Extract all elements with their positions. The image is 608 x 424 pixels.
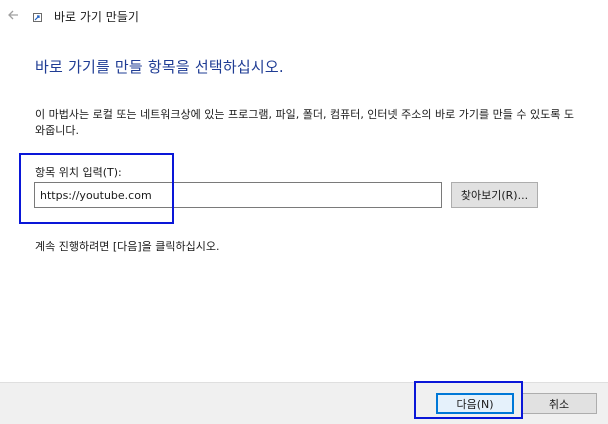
location-input[interactable] — [34, 182, 442, 208]
wizard-description: 이 마법사는 로컬 또는 네트워크상에 있는 프로그램, 파일, 폴더, 컴퓨터… — [35, 108, 574, 137]
continue-hint: 계속 진행하려면 [다음]을 클릭하십시오. — [35, 240, 220, 253]
window-title: 바로 가기 만들기 — [54, 10, 139, 24]
back-button[interactable] — [4, 6, 22, 24]
footer-bar — [0, 382, 608, 424]
title-bar: 바로 가기 만들기 — [0, 0, 608, 34]
browse-button[interactable]: 찾아보기(R)... — [451, 182, 538, 208]
page-heading: 바로 가기를 만들 항목을 선택하십시오. — [35, 58, 284, 76]
back-arrow-icon — [8, 10, 18, 20]
cancel-button[interactable]: 취소 — [521, 393, 597, 414]
shortcut-icon — [33, 13, 42, 22]
location-label: 항목 위치 입력(T): — [35, 166, 122, 179]
next-button[interactable]: 다음(N) — [436, 393, 514, 414]
